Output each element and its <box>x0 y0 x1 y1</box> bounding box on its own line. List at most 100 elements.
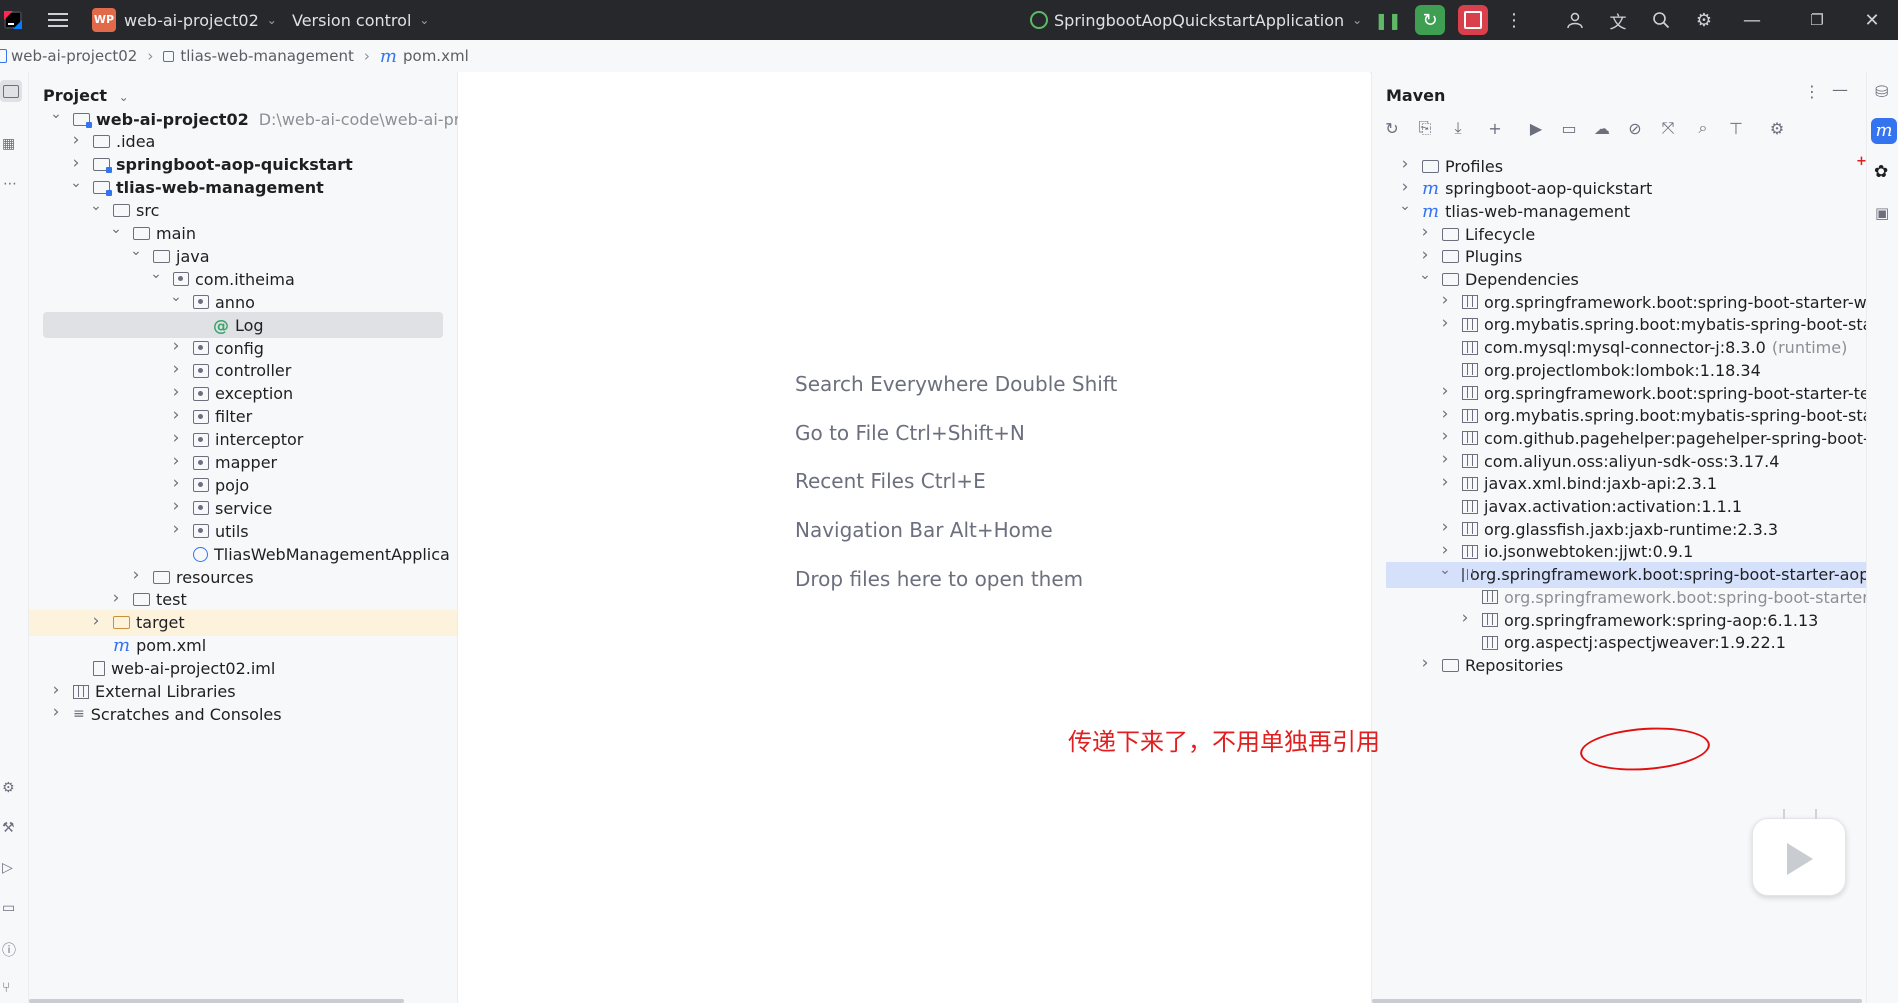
breadcrumb-item[interactable]: tlias-web-management <box>180 47 354 65</box>
chevron-right-icon[interactable]: › <box>1438 472 1452 492</box>
maven-tree-item[interactable]: › Repositories <box>1422 652 1564 678</box>
more-tools-icon[interactable]: ⋯ <box>3 176 17 192</box>
account-icon[interactable] <box>1555 0 1595 40</box>
project-tool-icon[interactable] <box>0 80 22 102</box>
collapse-icon[interactable]: ⤧ <box>1656 116 1680 140</box>
download-icon[interactable]: ⤓ <box>1446 116 1470 140</box>
reload-icon[interactable]: ↻ <box>1380 116 1404 140</box>
chevron-right-icon[interactable]: › <box>169 473 183 493</box>
chevron-right-icon[interactable]: › <box>1438 313 1452 333</box>
chevron-right-icon[interactable]: › <box>1418 245 1432 265</box>
chevron-right-icon[interactable]: › <box>169 428 183 448</box>
library-icon <box>73 684 89 699</box>
notifications-icon[interactable]: ▣ <box>1875 204 1889 222</box>
chevron-right-icon[interactable]: › <box>169 451 183 471</box>
chevron-down-icon[interactable]: ⌄ <box>109 221 123 237</box>
search-icon[interactable] <box>1641 0 1681 40</box>
translate-icon[interactable]: 文 <box>1598 0 1638 40</box>
project-switcher[interactable]: WP web-ai-project02 ⌄ <box>92 0 277 40</box>
chevron-right-icon[interactable]: › <box>1458 608 1472 628</box>
ide-logo-icon[interactable] <box>0 0 26 40</box>
chevron-right-icon[interactable]: › <box>1438 290 1452 310</box>
chevron-down-icon[interactable]: ⌄ <box>1438 562 1452 578</box>
git-tool-icon[interactable]: ⑂ <box>2 980 10 996</box>
rerun-button[interactable]: ↻ <box>1410 0 1450 40</box>
maven-settings-icon[interactable]: ⚙ <box>1765 116 1789 140</box>
chevron-right-icon[interactable]: › <box>129 565 143 585</box>
chevron-right-icon[interactable]: › <box>1438 381 1452 401</box>
offline-icon[interactable]: ☁ <box>1590 116 1614 140</box>
chevron-right-icon[interactable]: › <box>1438 540 1452 560</box>
project-tree-item[interactable]: › target <box>29 609 457 636</box>
chevron-right-icon[interactable]: › <box>169 359 183 379</box>
library-icon <box>1462 567 1473 582</box>
vcs-menu[interactable]: Version control ⌄ <box>292 0 429 40</box>
settings-gear-icon[interactable]: ⚙ <box>1684 0 1724 40</box>
folder-icon <box>153 249 170 263</box>
services-tool-icon[interactable]: ⚙ <box>2 780 15 796</box>
project-scrollbar[interactable] <box>29 999 404 1003</box>
generate-sources-icon[interactable]: ⎘ <box>1413 116 1437 140</box>
maven-tool-icon[interactable]: m <box>1871 118 1897 144</box>
chevron-down-icon[interactable]: ⌄ <box>1398 198 1412 214</box>
breadcrumb-item[interactable]: web-ai-project02 <box>11 47 137 65</box>
chevron-right-icon[interactable]: › <box>89 611 103 631</box>
chevron-right-icon[interactable]: › <box>69 130 83 150</box>
stop-button[interactable] <box>1453 0 1493 40</box>
restore-icon[interactable]: ❐ <box>1797 0 1837 40</box>
execute-goal-icon[interactable]: ▭ <box>1557 116 1581 140</box>
problems-tool-icon[interactable]: ⓘ <box>2 940 16 960</box>
chevron-down-icon[interactable]: ⌄ <box>129 243 143 259</box>
chevron-right-icon[interactable]: › <box>169 336 183 356</box>
breadcrumb-item[interactable]: pom.xml <box>403 47 469 65</box>
ai-assistant-icon[interactable]: ✿ <box>1874 162 1888 182</box>
chevron-right-icon[interactable]: › <box>1438 517 1452 537</box>
chevron-right-icon[interactable]: › <box>1438 404 1452 424</box>
chevron-right-icon[interactable]: › <box>69 153 83 173</box>
project-tree-item[interactable]: › ≡ Scratches and Consoles <box>53 701 282 727</box>
maven-scrollbar[interactable] <box>1372 999 1862 1003</box>
maven-panel-title: Maven <box>1386 86 1446 105</box>
run-icon[interactable]: ▶ <box>1524 116 1548 140</box>
run-tool-icon[interactable]: ▷ <box>2 860 13 876</box>
close-icon[interactable]: ✕ <box>1852 0 1892 40</box>
main-menu-icon[interactable] <box>38 0 78 40</box>
project-panel-title[interactable]: Project ⌄ <box>43 86 129 105</box>
chevron-right-icon[interactable]: › <box>169 519 183 539</box>
terminal-tool-icon[interactable]: ▭ <box>2 900 15 916</box>
editor-hint: Search Everywhere Double Shift <box>795 372 1118 396</box>
chevron-right-icon[interactable]: › <box>1418 653 1432 673</box>
chevron-right-icon[interactable]: › <box>169 405 183 425</box>
minimize-icon[interactable]: — <box>1732 0 1772 40</box>
database-tool-icon[interactable]: ⛁ <box>1875 82 1888 101</box>
chevron-down-icon[interactable]: ⌄ <box>1418 267 1432 283</box>
chevron-right-icon[interactable]: › <box>1418 222 1432 242</box>
chevron-right-icon[interactable]: › <box>49 680 63 700</box>
chevron-right-icon[interactable]: › <box>1398 177 1412 197</box>
chevron-right-icon[interactable]: › <box>1438 426 1452 446</box>
chevron-down-icon[interactable]: ⌄ <box>89 198 103 214</box>
skip-tests-icon[interactable]: ⊘ <box>1623 116 1647 140</box>
chevron-right-icon[interactable]: › <box>1438 449 1452 469</box>
chevron-right-icon[interactable]: › <box>169 382 183 402</box>
chevron-right-icon[interactable]: › <box>1398 154 1412 174</box>
chevron-right-icon[interactable]: › <box>169 496 183 516</box>
chevron-down-icon[interactable]: ⌄ <box>69 175 83 191</box>
analyze-icon[interactable]: ⌕ <box>1691 116 1715 140</box>
chevron-right-icon[interactable]: › <box>49 702 63 722</box>
hide-panel-icon[interactable]: — <box>1832 80 1848 99</box>
show-dependencies-icon[interactable]: ⊤ <box>1724 116 1748 140</box>
chevron-right-icon[interactable]: › <box>109 588 123 608</box>
video-play-button[interactable] <box>1752 809 1846 896</box>
chevron-down-icon[interactable]: ⌄ <box>49 106 63 122</box>
chevron-down-icon[interactable]: ⌄ <box>169 289 183 305</box>
more-options-icon[interactable]: ⋮ <box>1804 82 1820 101</box>
structure-tool-icon[interactable]: ▦ <box>2 136 15 152</box>
run-config-selector[interactable]: SpringbootAopQuickstartApplication ⌄ <box>1030 0 1362 40</box>
build-tool-icon[interactable]: ⚒ <box>2 820 15 836</box>
editor-empty-area[interactable]: Search Everywhere Double Shift Go to Fil… <box>458 72 1370 1003</box>
add-icon[interactable]: + <box>1483 116 1507 140</box>
chevron-down-icon[interactable]: ⌄ <box>149 266 163 282</box>
debug-pause-icon[interactable]: ❚❚ <box>1368 0 1408 40</box>
more-actions-icon[interactable]: ⋮ <box>1494 0 1534 40</box>
